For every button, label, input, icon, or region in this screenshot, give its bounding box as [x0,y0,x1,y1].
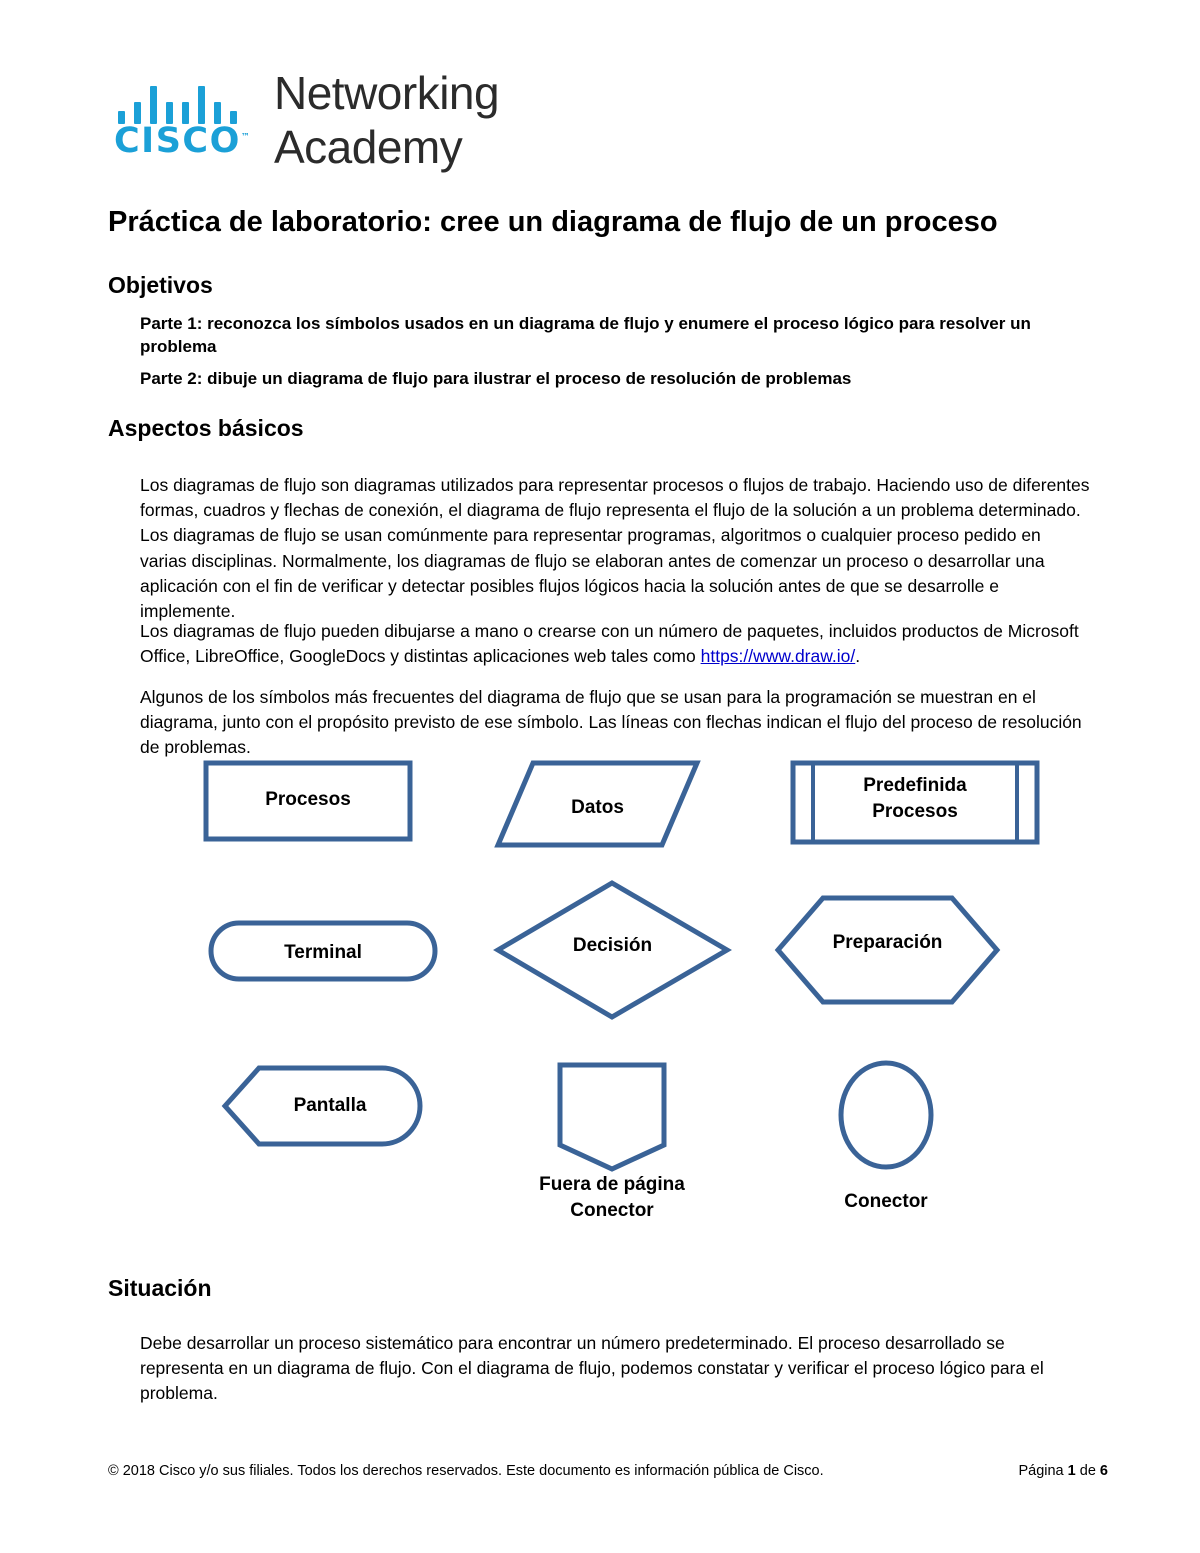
cisco-networking-academy-logo: CISCO™ Networking Academy [112,67,532,180]
objetivo-parte-2: Parte 2: dibuje un diagrama de flujo par… [140,369,852,388]
aspectos-paragraph-1: Los diagramas de flujo son diagramas uti… [140,474,1090,622]
footer-copyright: © 2018 Cisco y/o sus filiales. Todos los… [108,1463,824,1479]
shape-label-predefinida-line1: Predefinida [863,775,967,796]
drawio-link[interactable]: https://www.draw.io/ [701,646,856,666]
shape-label-datos: Datos [571,797,624,818]
section-heading-aspectos-basicos: Aspectos básicos [108,415,304,441]
logo-line-networking: Networking [274,67,500,119]
cisco-wordmark-text: CISCO [114,121,241,161]
shape-label-terminal: Terminal [284,942,362,963]
networking-academy-wordmark: Networking Academy [274,66,500,175]
footer-page-number: Página 1 de 6 [1018,1462,1108,1481]
footer-page-mid: de [1075,1463,1100,1479]
shape-label-fuera-de-pagina-conector: Fuera de página Conector [492,1172,732,1223]
section-heading-objetivos: Objetivos [108,272,213,298]
shape-conector-circle [838,1060,934,1170]
shape-label-predefinida-procesos: Predefinida Procesos [805,773,1025,824]
aspectos-paragraph-2-text: Los diagramas de flujo pueden dibujarse … [140,620,1079,666]
cisco-bars-icon [118,84,260,124]
footer-current-page: 1 [1067,1463,1076,1479]
footer-page-prefix: Página [1018,1463,1068,1479]
cisco-wordmark: CISCO™ [114,124,250,159]
shape-label-conector: Conector [844,1191,928,1212]
shape-label-preparacion: Preparación [832,932,943,953]
page-title: Práctica de laboratorio: cree un diagram… [108,206,998,238]
shape-label-procesos: Procesos [265,789,351,810]
shape-label-fuera-line2: Conector [570,1199,654,1221]
shape-label-pantalla: Pantalla [293,1095,367,1116]
aspectos-paragraph-2: Los diagramas de flujo pueden dibujarse … [140,619,1090,670]
aspectos-paragraph-2-tail: . [855,645,861,666]
cisco-bridge-logo-icon: CISCO™ [112,72,262,172]
situacion-paragraph: Debe desarrollar un proceso sistemático … [140,1332,1044,1404]
footer-total-pages: 6 [1099,1463,1108,1479]
trademark-symbol: ™ [240,132,250,143]
flowchart-symbols-diagram: Procesos Datos Predefinida Procesos Term… [0,735,1200,1235]
document-page: CISCO™ Networking Academy Práctica de la… [0,0,1200,1553]
shape-off-page-connector [557,1062,667,1172]
objetivo-parte-1: Parte 1: reconozca los símbolos usados e… [140,314,1031,356]
shape-label-fuera-line1: Fuera de página [539,1174,685,1195]
shape-label-predefinida-line2: Procesos [872,800,958,822]
logo-line-academy: Academy [274,121,463,174]
section-heading-situacion: Situación [108,1275,212,1301]
shape-label-decision: Decisión [572,935,653,956]
